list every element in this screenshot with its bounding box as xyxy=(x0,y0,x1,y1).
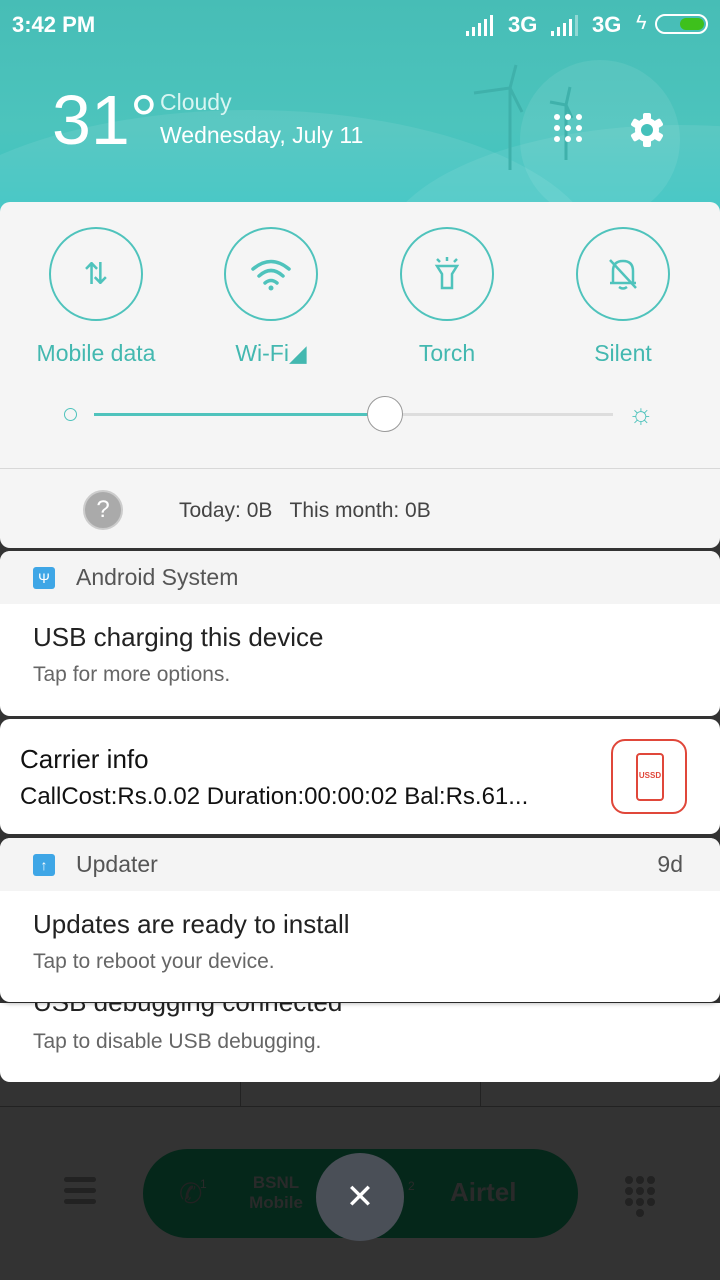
notification-text: Tap to disable USB debugging. xyxy=(33,1030,322,1053)
app-name: Updater xyxy=(76,851,158,877)
mobile-data-label: Mobile data xyxy=(36,340,156,366)
app-name: Android System xyxy=(76,564,239,590)
brightness-low-icon xyxy=(64,408,77,421)
silent-toggle[interactable] xyxy=(576,227,670,321)
date: Wednesday, July 11 xyxy=(160,122,364,148)
clock: 3:42 PM xyxy=(12,12,96,37)
notification-text: Tap for more options. xyxy=(33,663,231,686)
temperature[interactable]: 31° xyxy=(52,80,158,160)
wifi-toggle[interactable] xyxy=(224,227,318,321)
notification-updater[interactable]: ↑ Updater 9d Updates are ready to install … xyxy=(0,838,720,1002)
notification-text: Tap to reboot your device. xyxy=(33,950,275,973)
notification-title: Carrier info xyxy=(20,744,149,774)
network-type-1: 3G xyxy=(508,12,538,37)
signal-icon xyxy=(551,15,578,36)
notification-text: CallCost:Rs.0.02 Duration:00:00:02 Bal:R… xyxy=(20,783,529,810)
notification-time: 9d xyxy=(657,851,683,877)
notification-header: 3:42 PM 3G 3G ϟ 31° Cloudy Wednesday, Ju… xyxy=(0,0,720,215)
menu-icon[interactable] xyxy=(64,1177,96,1207)
brightness-high-icon: ☼ xyxy=(628,398,654,429)
settings-gear-icon[interactable] xyxy=(629,112,665,148)
wifi-icon xyxy=(251,259,291,291)
notification-title: USB charging this device xyxy=(33,622,324,652)
silent-label: Silent xyxy=(594,340,652,366)
notification-usb-charging[interactable]: Ψ Android System USB charging this device… xyxy=(0,551,720,716)
battery-icon xyxy=(655,14,708,34)
data-usage-text: Today: 0B This month: 0B xyxy=(179,499,431,522)
weather-condition: Cloudy xyxy=(160,89,232,115)
sim2-call-label[interactable]: Airtel xyxy=(450,1177,516,1208)
signal-icon xyxy=(466,15,493,36)
bell-off-icon xyxy=(609,259,637,290)
torch-icon xyxy=(434,257,460,290)
dialpad-icon[interactable] xyxy=(624,1175,658,1221)
usb-icon: Ψ xyxy=(33,566,55,589)
wifi-label[interactable]: Wi-Fi◢ xyxy=(183,340,359,367)
charging-icon: ϟ xyxy=(636,12,647,34)
brightness-thumb[interactable] xyxy=(366,396,403,432)
ussd-icon: USSD xyxy=(611,739,687,814)
notification-title: Updates are ready to install xyxy=(33,909,350,939)
torch-toggle[interactable] xyxy=(400,227,494,321)
close-button[interactable]: ✕ xyxy=(316,1153,404,1241)
notification-usb-debugging[interactable]: USB debugging connected Tap to disable U… xyxy=(0,1003,720,1082)
sim1-call-label[interactable]: BSNL Mobile xyxy=(241,1173,311,1213)
phone-icon: ✆ xyxy=(179,1178,203,1209)
divider xyxy=(0,468,720,469)
help-icon[interactable]: ? xyxy=(83,490,123,530)
brightness-slider[interactable] xyxy=(94,396,613,432)
mobile-data-toggle[interactable]: ⇅ xyxy=(49,227,143,321)
grid-toggle-icon[interactable] xyxy=(553,113,585,145)
notification-title: USB debugging connected xyxy=(0,1003,720,1018)
mobile-data-icon: ⇅ xyxy=(83,257,109,291)
network-type-2: 3G xyxy=(592,12,622,37)
arrow-up-icon: ↑ xyxy=(33,853,55,876)
torch-label: Torch xyxy=(418,340,476,366)
notification-carrier-info[interactable]: Carrier info CallCost:Rs.0.02 Duration:0… xyxy=(0,719,720,834)
